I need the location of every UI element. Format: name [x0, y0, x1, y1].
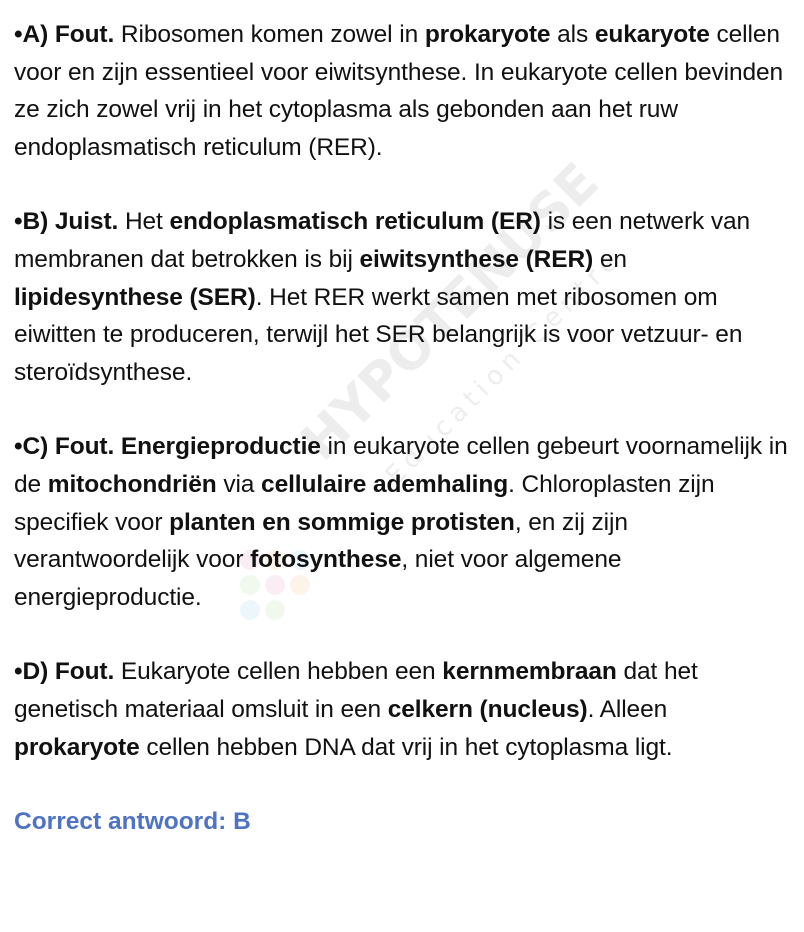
- bold-term: cellulaire ademhaling: [261, 470, 509, 498]
- bold-term: mitochondriën: [47, 470, 217, 498]
- text-segment: cellen hebben DNA dat vrij in het cytopl…: [139, 733, 673, 761]
- option-lead: •B) Juist.: [14, 208, 119, 236]
- explanation-page: •A) Fout. Ribosomen komen zowel in proka…: [14, 16, 798, 841]
- text-segment: en: [593, 245, 627, 273]
- text-segment: als: [550, 21, 595, 48]
- bold-term: Energieproductie: [120, 433, 321, 461]
- bold-term: eiwitsynthese (RER): [359, 245, 594, 273]
- option-c: •C) Fout. Energieproductie in eukaryote …: [14, 428, 798, 616]
- bold-term: lipidesynthese (SER): [14, 283, 256, 311]
- correct-answer: Correct antwoord: B: [14, 808, 251, 836]
- text-segment: [114, 433, 121, 460]
- bold-term: eukaryote: [594, 21, 710, 48]
- bold-term: kernmembraan: [442, 658, 617, 686]
- text-segment: via: [216, 470, 262, 498]
- text-segment: Het: [118, 208, 170, 236]
- text-segment: . Alleen: [587, 695, 668, 723]
- bold-term: celkern (nucleus): [387, 695, 588, 723]
- bold-term: prokaryote: [14, 733, 140, 761]
- option-d: •D) Fout. Eukaryote cellen hebben een ke…: [14, 653, 798, 766]
- text-segment: Ribosomen komen zowel in: [114, 21, 425, 48]
- bold-term: planten en sommige protisten: [169, 508, 515, 536]
- bold-term: prokaryote: [424, 21, 551, 48]
- bold-term: fotosynthese: [250, 546, 402, 574]
- option-lead: •A) Fout.: [14, 21, 115, 48]
- option-lead: •D) Fout.: [14, 658, 115, 686]
- option-b: •B) Juist. Het endoplasmatisch reticulum…: [14, 203, 798, 391]
- bold-term: endoplasmatisch reticulum (ER): [169, 208, 541, 236]
- text-segment: Eukaryote cellen hebben een: [114, 658, 443, 686]
- option-lead: •C) Fout.: [14, 433, 115, 461]
- option-a: •A) Fout. Ribosomen komen zowel in proka…: [14, 16, 798, 166]
